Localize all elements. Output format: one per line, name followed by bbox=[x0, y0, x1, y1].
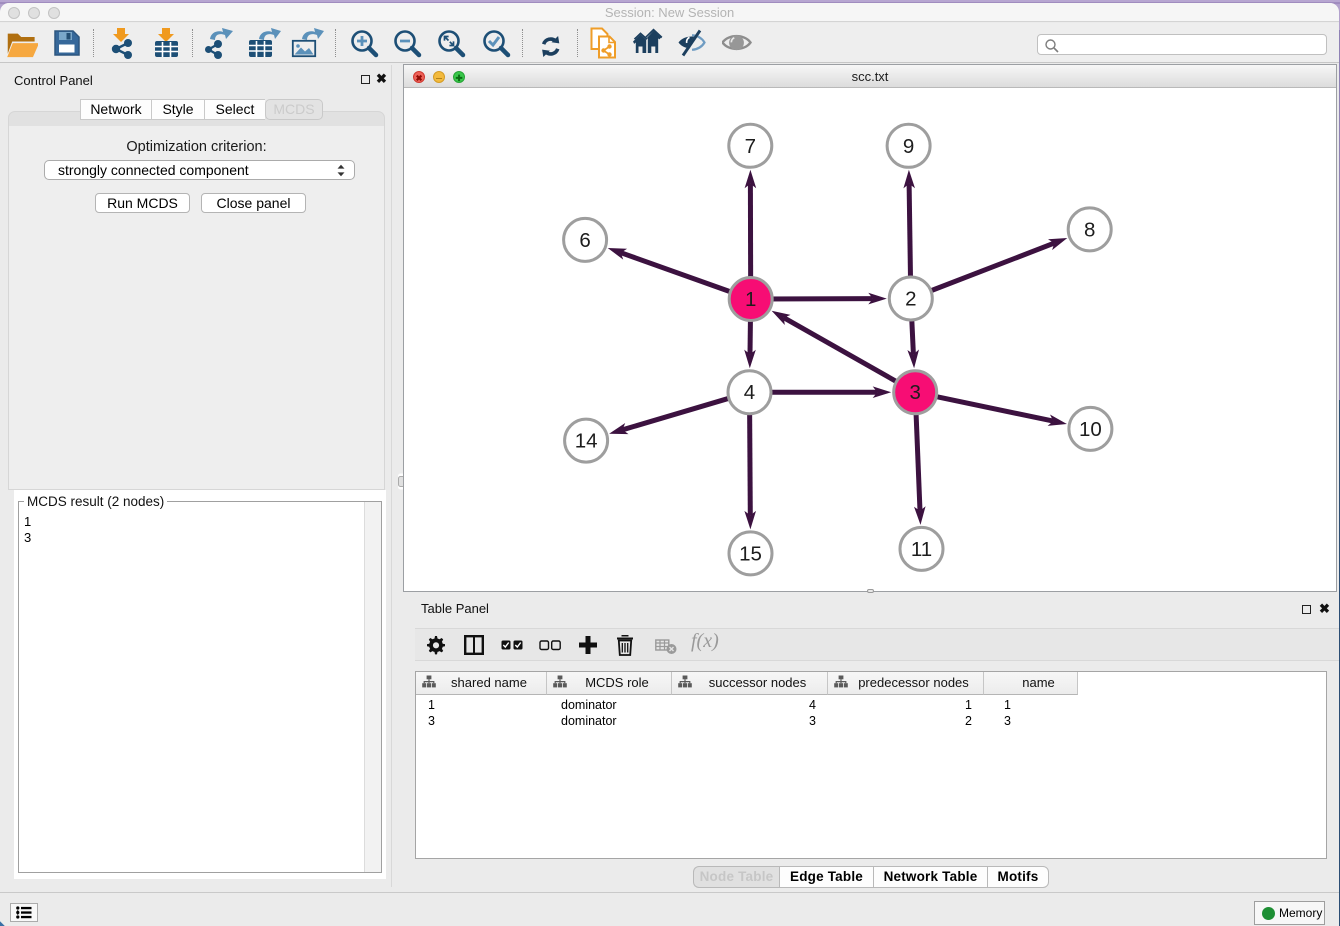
svg-text:10: 10 bbox=[1079, 418, 1102, 441]
svg-text:3: 3 bbox=[909, 381, 920, 404]
svg-text:9: 9 bbox=[903, 135, 914, 158]
svg-text:2: 2 bbox=[905, 288, 916, 311]
svg-text:6: 6 bbox=[579, 229, 590, 252]
svg-text:7: 7 bbox=[745, 135, 756, 158]
svg-text:4: 4 bbox=[744, 381, 755, 404]
svg-text:15: 15 bbox=[739, 542, 762, 565]
svg-text:14: 14 bbox=[575, 430, 598, 453]
svg-text:11: 11 bbox=[911, 538, 932, 561]
svg-text:1: 1 bbox=[745, 288, 756, 311]
svg-text:8: 8 bbox=[1084, 218, 1095, 241]
